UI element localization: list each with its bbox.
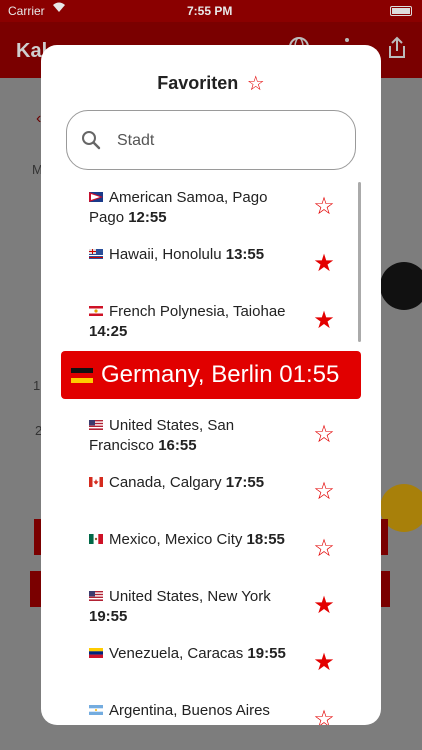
city-name: Mexico, Mexico City: [109, 531, 247, 548]
city-row[interactable]: Canada, Calgary 17:55 ☆: [41, 465, 381, 521]
flag-de-icon: [71, 352, 93, 383]
city-label: United States, New York 19:55: [89, 587, 289, 627]
bg-button: [380, 519, 388, 555]
modal-title: Favoriten: [157, 73, 239, 93]
city-name: Canada, Calgary: [109, 474, 226, 491]
bg-button: [380, 571, 390, 607]
city-name: French Polynesia, Taiohae: [109, 303, 286, 320]
flag-us-icon: [89, 587, 103, 601]
city-label: Argentina, Buenos Aires: [89, 701, 289, 721]
city-label: American Samoa, Pago Pago 12:55: [89, 188, 289, 228]
city-row[interactable]: Venezuela, Caracas 19:55 ★: [41, 636, 381, 692]
flag-hi-icon: [89, 245, 103, 259]
city-time: 18:55: [246, 531, 285, 548]
star-outline-icon[interactable]: ☆: [311, 707, 337, 726]
flag-us-icon: [89, 416, 103, 430]
city-time: 19:55: [89, 608, 128, 625]
star-filled-icon[interactable]: ★: [311, 251, 337, 277]
city-time: 16:55: [158, 437, 197, 454]
city-row[interactable]: Argentina, Buenos Aires ☆: [41, 693, 381, 725]
star-outline-icon[interactable]: ☆: [311, 194, 337, 220]
city-time: 12:55: [128, 209, 167, 226]
city-time: 17:55: [225, 474, 265, 491]
flag-mx-icon: [89, 530, 103, 544]
city-name: United States, New York: [109, 588, 271, 605]
star-outline-icon: ☆: [246, 73, 265, 95]
city-row[interactable]: United States, New York 19:55 ★: [41, 579, 381, 635]
star-outline-icon[interactable]: ☆: [311, 422, 337, 448]
share-icon[interactable]: [386, 36, 408, 66]
selected-day-marker: [380, 262, 422, 310]
city-time: 19:55: [247, 645, 286, 662]
city-label: Canada, Calgary 17:55: [89, 473, 289, 493]
search-icon: [82, 131, 101, 150]
city-row[interactable]: United States, San Francisco 16:55 ☆: [41, 408, 381, 464]
flag-ve-icon: [89, 644, 103, 658]
star-outline-icon[interactable]: ☆: [311, 479, 337, 505]
city-label: French Polynesia, Taiohae 14:25: [89, 302, 289, 342]
flag-as-icon: [89, 188, 103, 202]
city-row[interactable]: American Samoa, Pago Pago 12:55 ☆: [41, 180, 381, 236]
modal-header: Favoriten ☆: [41, 71, 381, 95]
flag-pf-icon: [89, 302, 103, 316]
status-time: 7:55 PM: [187, 4, 233, 18]
star-outline-icon[interactable]: ☆: [311, 536, 337, 562]
wifi-icon: [52, 1, 66, 16]
city-name: Argentina, Buenos Aires: [109, 702, 270, 719]
city-row[interactable]: Mexico, Mexico City 18:55 ☆: [41, 522, 381, 578]
star-filled-icon[interactable]: ★: [311, 593, 337, 619]
battery-icon: [390, 6, 412, 16]
search-field[interactable]: [66, 110, 356, 170]
city-list[interactable]: American Samoa, Pago Pago 12:55 ☆ Hawaii, …: [41, 180, 381, 725]
day-number: 1: [33, 378, 41, 393]
current-city-name: Germany, Berlin: [101, 361, 273, 388]
city-name: Venezuela, Caracas: [109, 645, 248, 662]
flag-ca-icon: [89, 473, 103, 487]
star-filled-icon[interactable]: ★: [311, 308, 337, 334]
city-name: Hawaii, Honolulu: [109, 246, 226, 263]
city-label: Venezuela, Caracas 19:55: [89, 644, 289, 664]
city-name: American Samoa, Pago Pago: [89, 189, 268, 226]
city-label: United States, San Francisco 16:55: [89, 416, 289, 456]
star-filled-icon[interactable]: ★: [311, 650, 337, 676]
city-row[interactable]: Hawaii, Honolulu 13:55 ★: [41, 237, 381, 293]
city-label: Hawaii, Honolulu 13:55: [89, 245, 289, 265]
carrier-label: Carrier: [8, 4, 45, 18]
city-time: 14:25: [89, 323, 128, 340]
current-city-banner[interactable]: Germany, Berlin 01:55: [61, 351, 361, 399]
status-bar: Carrier 7:55 PM: [0, 0, 422, 22]
city-row[interactable]: French Polynesia, Taiohae 14:25 ★: [41, 294, 381, 350]
search-input[interactable]: [115, 125, 339, 157]
city-label: Mexico, Mexico City 18:55: [89, 530, 289, 550]
current-city-time: 01:55: [279, 361, 340, 388]
flag-ar-icon: [89, 701, 103, 715]
city-time: 13:55: [225, 246, 265, 263]
